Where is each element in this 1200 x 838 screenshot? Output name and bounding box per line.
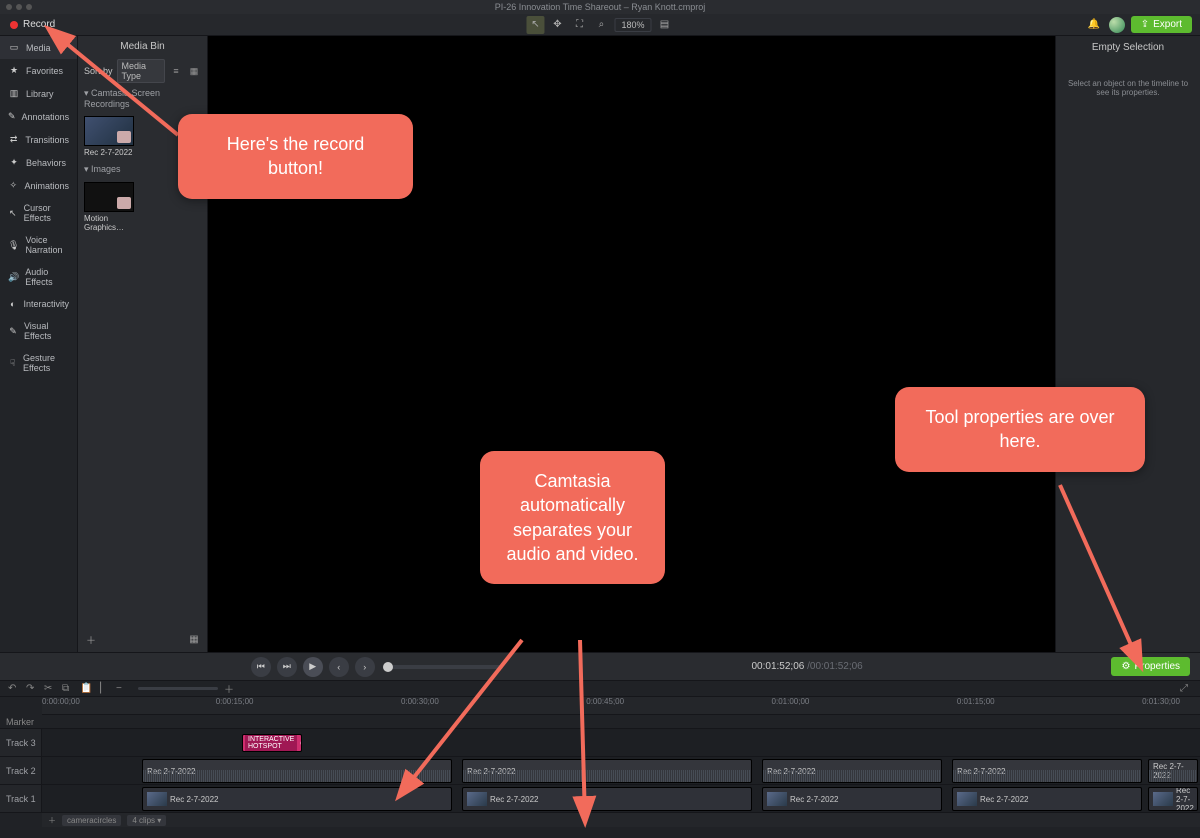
tutorial-note-separate: Camtasia automatically separates your au… <box>480 451 665 584</box>
note-text: Here's the record button! <box>227 134 365 178</box>
note-text: Camtasia automatically separates your au… <box>506 471 638 564</box>
tutorial-note-record: Here's the record button! <box>178 114 413 199</box>
tutorial-note-properties: Tool properties are over here. <box>895 387 1145 472</box>
note-text: Tool properties are over here. <box>925 407 1114 451</box>
